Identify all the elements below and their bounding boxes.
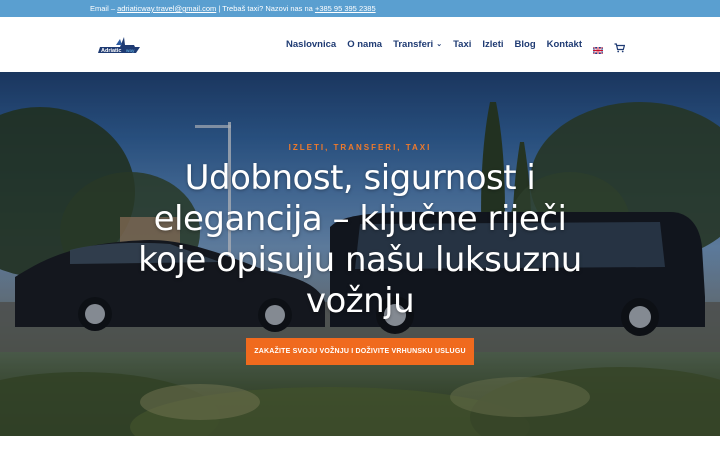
site-header: Adriatic way Naslovnica O nama Transferi… [0,17,720,72]
email-link[interactable]: adriaticway.travel@gmail.com [117,4,216,13]
book-ride-button[interactable]: ZAKAŽITE SVOJU VOŽNJU I DOŽIVITE VRHUNSK… [246,338,474,365]
nav-item-blog[interactable]: Blog [515,39,536,50]
phone-prefix: Trebaš taxi? Nazovi nas na [222,4,315,13]
logo-graphic: Adriatic way [98,37,140,54]
hero-section: IZLETI, TRANSFERI, TAXI Udobnost, sigurn… [0,72,720,436]
nav-item-kontakt[interactable]: Kontakt [547,39,582,50]
email-prefix: Email – [90,4,118,13]
nav-item-o-nama[interactable]: O nama [347,39,382,50]
hero-headline: Udobnost, sigurnost i elegancija – ključ… [138,158,582,321]
nav-item-izleti[interactable]: Izleti [482,39,503,50]
site-logo[interactable]: Adriatic way [94,35,142,55]
nav-item-naslovnica[interactable]: Naslovnica [286,39,336,50]
hero-kicker: IZLETI, TRANSFERI, TAXI [288,143,432,152]
page-bottom-strip [0,436,720,450]
phone-link[interactable]: +385 95 395 2385 [315,4,376,13]
top-info-bar: Email – adriaticway.travel@gmail.com | T… [0,0,720,17]
top-info-text: Email – adriaticway.travel@gmail.com | T… [90,4,376,13]
nav-item-transferi[interactable]: Transferi ⌄ [393,39,442,50]
nav-item-taxi[interactable]: Taxi [453,39,471,50]
logo-subtext: way [125,48,135,53]
uk-flag-icon[interactable] [592,41,604,55]
cart-icon[interactable] [614,40,626,52]
main-nav: Naslovnica O nama Transferi ⌄ Taxi Izleti… [286,39,626,55]
logo-text: Adriatic [101,48,121,54]
chevron-down-icon: ⌄ [436,40,443,48]
